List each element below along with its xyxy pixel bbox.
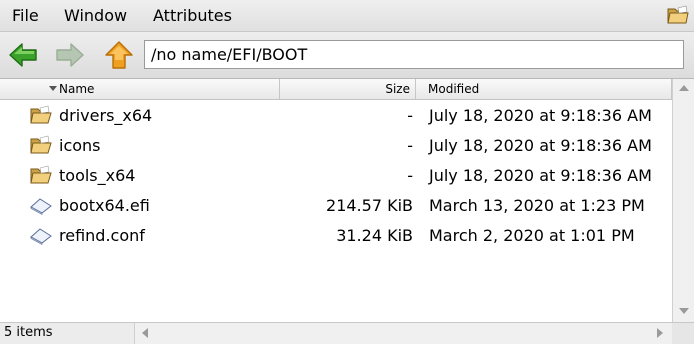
menu-attributes[interactable]: Attributes [153, 6, 232, 26]
file-modified: March 13, 2020 at 1:23 PM [429, 196, 645, 215]
folder-icon [30, 105, 52, 124]
item-count: 5 items [4, 325, 53, 340]
column-header-name[interactable]: Name [0, 79, 280, 99]
file-row[interactable]: bootx64.efi 214.57 KiB March 13, 2020 at… [0, 191, 672, 221]
folder-icon [30, 165, 52, 184]
folder-icon [667, 5, 689, 24]
file-name: bootx64.efi [59, 196, 150, 215]
document-icon [30, 198, 52, 215]
toolbar [0, 32, 694, 79]
scroll-up-icon[interactable] [679, 85, 689, 91]
file-row[interactable]: icons - July 18, 2020 at 9:18:36 AM [0, 131, 672, 161]
document-icon [30, 228, 52, 245]
column-header-modified[interactable]: Modified [416, 79, 672, 99]
file-size: 214.57 KiB [326, 196, 413, 215]
menu-file[interactable]: File [12, 6, 39, 26]
folder-icon [30, 135, 52, 154]
up-button[interactable] [103, 40, 135, 70]
file-row[interactable]: drivers_x64 - July 18, 2020 at 9:18:36 A… [0, 101, 672, 131]
scrollbar-corner [672, 323, 694, 344]
horizontal-scrollbar[interactable] [134, 323, 673, 344]
file-name: icons [59, 136, 101, 155]
column-headers: Name Size Modified [0, 79, 694, 100]
file-row[interactable]: tools_x64 - July 18, 2020 at 9:18:36 AM [0, 161, 672, 191]
file-name: tools_x64 [59, 166, 136, 185]
column-name-label: Name [59, 82, 95, 96]
scroll-right-icon[interactable] [657, 328, 663, 338]
file-modified: July 18, 2020 at 9:18:36 AM [429, 136, 652, 155]
sort-descending-icon [49, 86, 57, 91]
back-button[interactable] [7, 40, 39, 70]
menu-window[interactable]: Window [64, 6, 127, 26]
file-list: drivers_x64 - July 18, 2020 at 9:18:36 A… [0, 100, 672, 320]
file-modified: July 18, 2020 at 9:18:36 AM [429, 166, 652, 185]
file-name: refind.conf [59, 226, 145, 245]
scroll-left-icon[interactable] [142, 328, 148, 338]
status-bar: 5 items [0, 322, 694, 344]
file-size: - [407, 166, 413, 185]
menu-bar: File Window Attributes [0, 0, 694, 32]
file-row[interactable]: refind.conf 31.24 KiB March 2, 2020 at 1… [0, 221, 672, 251]
file-modified: July 18, 2020 at 9:18:36 AM [429, 106, 652, 125]
column-header-size[interactable]: Size [280, 79, 416, 99]
path-input[interactable] [144, 40, 684, 69]
scroll-down-icon[interactable] [679, 308, 689, 314]
file-modified: March 2, 2020 at 1:01 PM [429, 226, 635, 245]
forward-button[interactable] [54, 40, 86, 70]
file-name: drivers_x64 [59, 106, 153, 125]
vertical-scrollbar[interactable] [672, 79, 694, 322]
file-size: - [407, 106, 413, 125]
file-size: - [407, 136, 413, 155]
file-size: 31.24 KiB [336, 226, 413, 245]
